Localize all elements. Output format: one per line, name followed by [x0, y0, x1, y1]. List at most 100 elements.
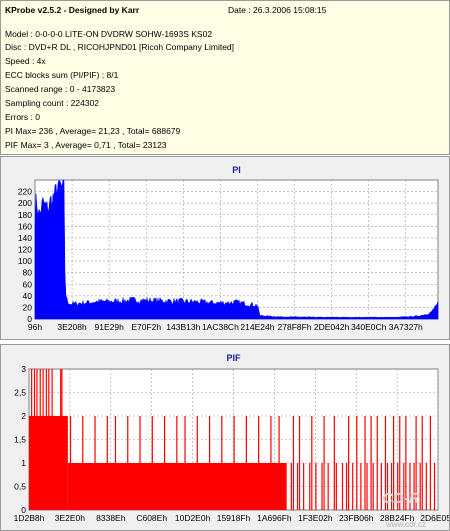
pif-bar [36, 369, 38, 510]
info-speed: Speed : 4x [5, 56, 46, 66]
pif-bar [106, 416, 108, 510]
pif-bar [48, 369, 50, 510]
pif-xtick-label: 23FB06h [339, 513, 374, 523]
pif-bar [45, 369, 47, 510]
pi-ytick-label: 160 [18, 221, 32, 231]
pi-ytick-label: 80 [23, 268, 33, 278]
pi-xtick-label: 3E208h [57, 322, 87, 332]
pif-bar [233, 416, 235, 510]
pi-xtick-label: 2DE042h [314, 322, 350, 332]
pi-ytick-label: 60 [23, 279, 33, 289]
info-sampling-count: Sampling count : 224302 [5, 98, 100, 108]
pif-bar [39, 369, 41, 510]
pif-bar [298, 416, 301, 510]
pif-bar [296, 463, 299, 510]
app-title: KProbe v2.5.2 - Designed by Karr [5, 5, 140, 15]
pif-bar [31, 369, 33, 510]
pif-bar [345, 463, 348, 510]
pif-xtick-label: 1D2B8h [14, 513, 45, 523]
pif-xtick-label: C608Eh [136, 513, 167, 523]
pi-xtick-label: 143B13h [166, 322, 200, 332]
watermark-logo-text: CD-R [382, 490, 420, 507]
pif-ytick-label: 1,5 [14, 435, 26, 445]
pif-chart-title: PIF [226, 353, 241, 363]
pif-bar [114, 416, 117, 510]
pif-bar [176, 416, 178, 510]
pif-bar [208, 416, 211, 510]
pif-bar [278, 416, 280, 510]
info-errors: Errors : 0 [5, 112, 40, 122]
pif-bar [348, 416, 350, 510]
pif-bar [309, 463, 311, 510]
pif-bar [258, 416, 260, 510]
pif-bar [292, 416, 295, 510]
pif-chart-panel: PIF 0 0,5 1 1,5 2 2,5 3 1D2B8h 3E2E0h 8338Eh C608Eh… [0, 344, 450, 531]
pif-bar [127, 416, 129, 510]
pi-ytick-label: 100 [18, 256, 32, 266]
pi-chart-title: PI [232, 165, 241, 175]
info-pi-stats: PI Max= 236 , Average= 21,23 , Total= 68… [5, 126, 181, 136]
pif-ytick-label: 3 [21, 364, 26, 374]
pif-bar [333, 416, 335, 510]
pif-xtick-label: 3E2E0h [55, 513, 86, 523]
pif-bar [151, 416, 153, 510]
pif-bar [270, 416, 272, 510]
pi-chart-panel: PI 0 20 40 60 80 100 120 140 160 180 200 220 96h 3E208… [0, 156, 450, 340]
pif-bar [311, 416, 313, 510]
info-disc: Disc : DVD+R DL , RICOHJPND01 [Ricoh Com… [5, 42, 235, 52]
pi-ytick-label: 120 [18, 245, 32, 255]
pif-bar [421, 416, 423, 510]
pif-ytick-label: 0,5 [14, 482, 26, 492]
pif-xtick-label: 15918Fh [217, 513, 251, 523]
pif-bar [433, 463, 436, 510]
pif-bar [61, 369, 63, 510]
pi-xtick-label: 96h [28, 322, 42, 332]
pif-bar [51, 369, 53, 510]
pif-ytick-label: 1 [21, 458, 26, 468]
info-pif-stats: PIF Max= 3 , Average= 0,71 , Total= 2312… [5, 140, 167, 150]
info-model: Model : 0-0-0-0 LITE-ON DVDRW SOHW-1693S… [5, 29, 213, 39]
pif-bar [425, 463, 427, 510]
watermark-url: www.cdr.cz [385, 520, 426, 529]
pif-ytick-label: 2 [21, 411, 26, 421]
info-ecc-blocks: ECC blocks sum (PI/PIF) : 8/1 [5, 70, 119, 80]
pif-bar [139, 416, 141, 510]
pif-bar [321, 463, 323, 510]
pif-bar [60, 369, 62, 510]
pif-bar [341, 463, 344, 510]
pif-xtick-label: 10D2E0h [175, 513, 211, 523]
pif-bar [82, 416, 84, 510]
pif-ytick-label: 2,5 [14, 388, 26, 398]
pi-xtick-label: 3A7327h [389, 322, 423, 332]
pif-bar [245, 416, 247, 510]
pif-chart: PIF00,511,522,531D2B8h 3E2E0h 8338Eh C608Eh… [14, 353, 449, 529]
pif-bar [364, 416, 366, 510]
pif-bar [429, 416, 432, 510]
scan-date: Date : 26.3.2006 15:08:15 [228, 5, 327, 15]
pi-ytick-label: 220 [18, 187, 32, 197]
pif-xtick-label: 1F3E02h [298, 513, 333, 523]
pi-ytick-label: 40 [23, 291, 33, 301]
pif-bar [323, 416, 325, 510]
pif-bar [163, 416, 166, 510]
pif-xtick-label: 8338Eh [96, 513, 126, 523]
pif-bar [376, 416, 378, 510]
pif-bar [366, 463, 368, 510]
pif-bar [327, 463, 329, 510]
pif-bar [196, 416, 198, 510]
pif-bar [303, 463, 305, 510]
pif-bar [94, 416, 96, 510]
pif-bar [221, 416, 223, 510]
pif-bar [42, 369, 44, 510]
pi-chart: PI02040608010012014016018020022096h 3E208… [18, 165, 439, 332]
pi-ytick-label: 20 [23, 302, 33, 312]
pif-bar [372, 463, 374, 510]
pif-bar [419, 463, 421, 510]
info-panel: KProbe v2.5.2 - Designed by Karr Date : … [0, 0, 450, 155]
pi-ytick-label: 180 [18, 210, 32, 220]
pi-xtick-label: 1AC38Ch [202, 322, 239, 332]
pif-bar [360, 463, 362, 510]
pif-bar [370, 416, 372, 510]
pi-xtick-label: E70F2h [131, 322, 161, 332]
pif-bar [335, 463, 337, 510]
